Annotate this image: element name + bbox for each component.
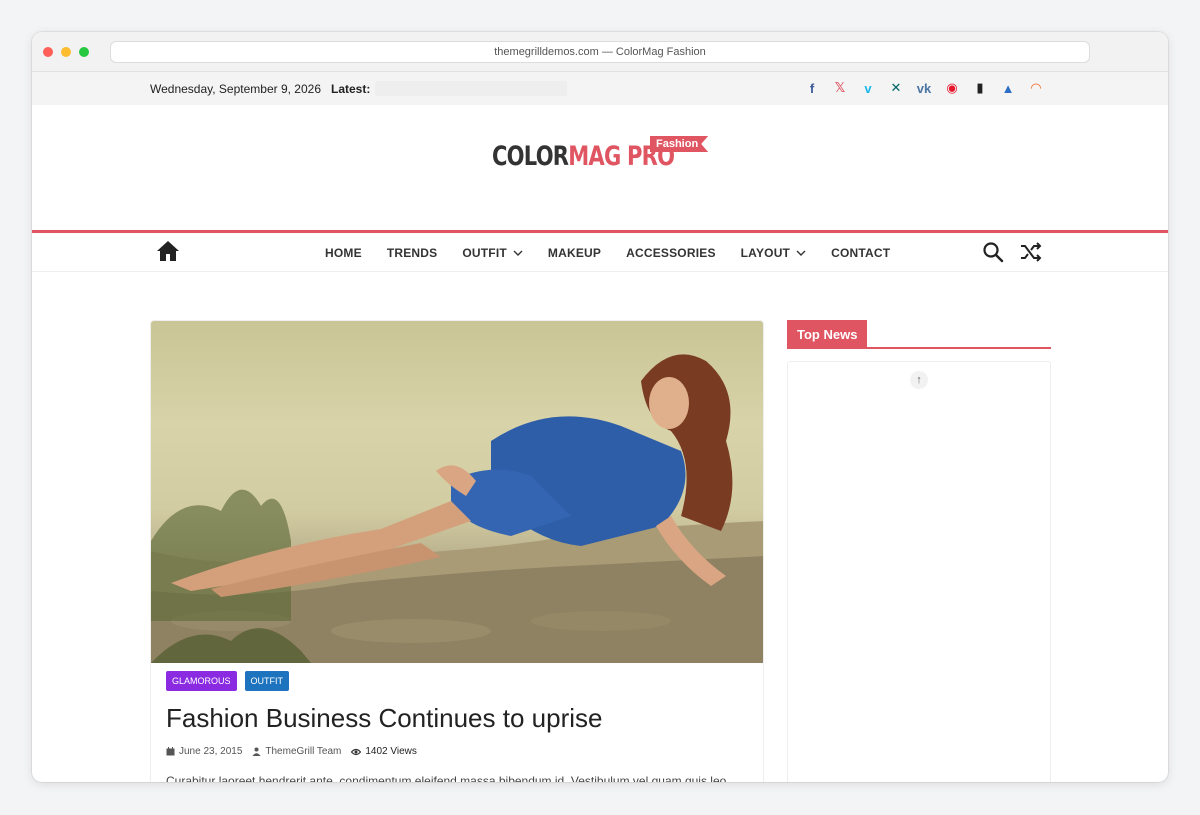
facebook-icon[interactable]: f <box>804 80 820 96</box>
post-excerpt: Curabitur laoreet hendrerit ante, condim… <box>166 774 727 782</box>
close-window-button[interactable] <box>43 47 53 57</box>
category-tag-outfit[interactable]: OUTFIT <box>244 671 290 691</box>
menu-items: HOME TRENDS OUTFIT MAKEUP ACCESSORIES LAYOUT C… <box>325 233 890 272</box>
vk-icon[interactable]: vk <box>916 80 932 96</box>
nav-item-contact[interactable]: CONTACT <box>831 246 890 260</box>
site-header: COLORMAG PRO Fashion <box>32 105 1168 230</box>
chevron-down-icon <box>796 250 806 256</box>
post-category-tags: GLAMOROUS OUTFIT <box>166 671 290 691</box>
book-icon[interactable]: ▮ <box>972 80 988 96</box>
browser-titlebar: themegrilldemos.com — ColorMag Fashion <box>32 32 1168 72</box>
nav-item-layout[interactable]: LAYOUT <box>741 246 806 260</box>
minimize-window-button[interactable] <box>61 47 71 57</box>
maximize-window-button[interactable] <box>79 47 89 57</box>
post-author-text: ThemeGrill Team <box>265 746 342 757</box>
nav-item-label: OUTFIT <box>462 245 507 260</box>
post-views-text: 1402 Views <box>365 746 417 757</box>
post-views: 1402 Views <box>351 746 417 757</box>
xing-icon[interactable]: ✕ <box>888 80 904 96</box>
post-date[interactable]: June 23, 2015 <box>166 746 242 757</box>
main-content: GLAMOROUS OUTFIT Fashion Business Continu… <box>32 272 1168 782</box>
address-bar[interactable]: themegrilldemos.com — ColorMag Fashion <box>110 41 1090 63</box>
random-post-shuffle-icon[interactable] <box>1019 241 1043 268</box>
browser-window: themegrilldemos.com — ColorMag Fashion W… <box>32 32 1168 782</box>
search-icon[interactable] <box>982 241 1004 268</box>
post-author[interactable]: ThemeGrill Team <box>252 746 341 757</box>
featured-image[interactable] <box>151 321 763 663</box>
latest-news-ticker[interactable] <box>375 81 567 96</box>
nav-item-outfit[interactable]: OUTFIT <box>462 246 523 260</box>
post-title[interactable]: Fashion Business Continues to uprise <box>166 703 602 734</box>
nav-item-trends[interactable]: TRENDS <box>387 246 438 260</box>
nav-item-makeup[interactable]: MAKEUP <box>548 246 601 260</box>
user-icon <box>252 747 261 756</box>
nav-item-label: LAYOUT <box>740 245 791 260</box>
chevron-down-icon <box>513 250 523 256</box>
ello-icon[interactable]: ▲ <box>1000 80 1016 96</box>
post-meta: June 23, 2015 ThemeGrill Team 1402 Views <box>166 746 417 757</box>
logo-text-color: COLOR <box>492 141 569 172</box>
top-bar: Wednesday, September 9, 2026 Latest: f𝕏v… <box>32 72 1168 105</box>
window-controls <box>43 47 89 57</box>
rss-icon[interactable]: ◠ <box>1028 80 1044 96</box>
sidebar: Top News ↑ <box>787 320 1051 782</box>
scroll-up-arrow-icon[interactable]: ↑ <box>910 371 928 389</box>
current-date: Wednesday, September 9, 2026 <box>150 82 321 96</box>
featured-article: GLAMOROUS OUTFIT Fashion Business Continu… <box>150 320 764 782</box>
top-news-widget: ↑ <box>787 361 1051 782</box>
x-twitter-icon[interactable]: 𝕏 <box>832 80 848 96</box>
nav-item-label: CONTACT <box>831 245 891 260</box>
nav-item-label: TRENDS <box>386 245 438 260</box>
widget-title-top-news: Top News <box>787 320 1051 349</box>
logo-tag-fashion: Fashion <box>650 136 709 152</box>
main-navigation: HOME TRENDS OUTFIT MAKEUP ACCESSORIES LAYOUT C… <box>32 230 1168 272</box>
nav-item-home[interactable]: HOME <box>325 246 362 260</box>
latest-label: Latest: <box>331 82 371 96</box>
calendar-icon <box>166 747 175 756</box>
nav-item-label: MAKEUP <box>547 245 602 260</box>
weibo-icon[interactable]: ◉ <box>944 80 960 96</box>
post-date-text: June 23, 2015 <box>179 746 243 757</box>
site-logo[interactable]: COLORMAG PRO Fashion <box>492 136 726 172</box>
widget-title-text: Top News <box>787 320 868 347</box>
social-links: f 𝕏v ✕ vk ◉ ▮ ▲ ◠ <box>804 80 1044 96</box>
eye-icon <box>351 748 362 755</box>
nav-item-label: ACCESSORIES <box>626 245 716 260</box>
nav-item-label: HOME <box>325 245 362 260</box>
vimeo-icon[interactable]: v <box>860 80 876 96</box>
nav-item-accessories[interactable]: ACCESSORIES <box>626 246 716 260</box>
home-icon[interactable] <box>156 240 180 267</box>
category-tag-glamorous[interactable]: GLAMOROUS <box>166 671 237 691</box>
